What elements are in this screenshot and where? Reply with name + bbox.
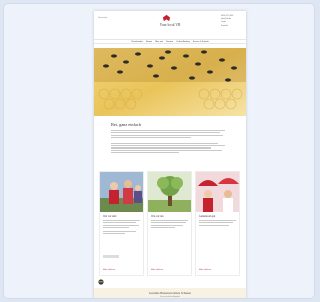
- text-line: [111, 152, 180, 154]
- card-body: [148, 220, 191, 228]
- bee-icon: [98, 279, 104, 285]
- footer-banner: Gesamte Bienenstockliste Schauen Ihr per…: [94, 288, 246, 298]
- text-line: [111, 145, 225, 147]
- footer-subtitle[interactable]: Ihr persönliches Angebot: [94, 296, 246, 298]
- card-link[interactable]: Mehr erfahren: [199, 269, 211, 271]
- top-left-link[interactable]: Startseite: [98, 17, 107, 19]
- text-line: [111, 147, 212, 149]
- text-line: [111, 142, 219, 144]
- card-image-tree: [148, 172, 191, 212]
- text-line: [111, 130, 225, 132]
- card-button[interactable]: [103, 255, 119, 258]
- card-body: [100, 220, 143, 235]
- card-title: Gemeinsam gut: [199, 215, 216, 218]
- feature-card[interactable]: Wer wir sind Mehr erfahren: [99, 171, 144, 276]
- footer-title: Gesamte Bienenstockliste Schauen: [149, 291, 191, 295]
- contact-line[interactable]: Kontakt: [221, 25, 243, 28]
- website-thumbnail[interactable]: Startseite Your local VB 0800 123 456 in…: [94, 11, 246, 298]
- preview-card: Startseite Your local VB 0800 123 456 in…: [3, 3, 315, 299]
- main-nav: Privatkunden Firmen Über uns Karriere On…: [94, 39, 246, 44]
- card-link[interactable]: Mehr erfahren: [151, 269, 163, 271]
- card-title: Was wir tun: [151, 215, 164, 218]
- intro-box: Bei, ganz einfach: [106, 116, 230, 165]
- card-image-umbrellas: [196, 172, 239, 212]
- card-image-people: [100, 172, 143, 212]
- feature-card[interactable]: Was wir tun Mehr erfahren: [147, 171, 192, 276]
- intro-title: Bei, ganz einfach: [111, 122, 141, 127]
- nav-item[interactable]: Service & Kontakt: [193, 41, 209, 43]
- feature-card[interactable]: Gemeinsam gut Mehr erfahren: [195, 171, 240, 276]
- nav-item[interactable]: Online-Banking: [176, 41, 190, 43]
- text-line: [111, 149, 222, 151]
- nav-item[interactable]: Privatkunden: [131, 41, 143, 43]
- brand-name[interactable]: Your local VB: [146, 23, 194, 27]
- logo-icon[interactable]: [162, 14, 171, 22]
- nav-item[interactable]: Karriere: [166, 41, 173, 43]
- nav-item[interactable]: Firmen: [146, 41, 152, 43]
- text-line: [111, 134, 223, 136]
- hero-image: [94, 48, 246, 116]
- feature-cards: Wer wir sind Mehr erfahren Was wir tun M…: [99, 171, 241, 276]
- card-link[interactable]: Mehr erfahren: [103, 269, 115, 271]
- honeycomb-bees-image: [94, 48, 246, 116]
- card-body: [196, 220, 239, 226]
- text-line: [111, 137, 191, 139]
- nav-item[interactable]: Über uns: [155, 41, 163, 43]
- text-line: [111, 132, 221, 134]
- card-title: Wer wir sind: [103, 215, 117, 218]
- contact-info: 0800 123 456 info@vb.de Login Kontakt: [221, 15, 243, 28]
